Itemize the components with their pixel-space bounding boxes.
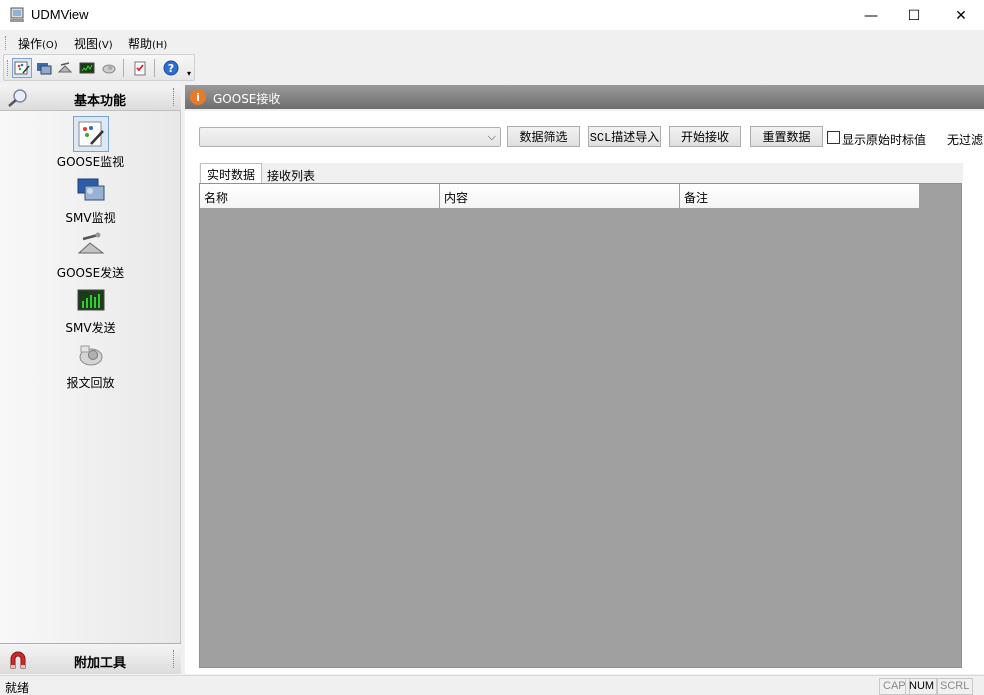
- app-icon: [9, 7, 25, 23]
- maximize-icon: ☐: [907, 7, 921, 24]
- goose-send-icon: [57, 62, 73, 73]
- show-raw-timestamp-checkbox[interactable]: [827, 131, 840, 144]
- goose-receive-content: ⌵ 数据筛选 SCL描述导入 开始接收 重置数据 显示原始时标值 无过滤 实时数…: [185, 111, 984, 674]
- menu-help[interactable]: 帮助(H): [128, 35, 167, 52]
- toolbar-grip[interactable]: [7, 60, 10, 76]
- menu-bar: 操作(O) 视图(V) 帮助(H): [0, 31, 984, 53]
- goose-send-icon: [73, 227, 109, 263]
- status-text: 就绪: [5, 681, 30, 695]
- svg-text:?: ?: [168, 62, 174, 75]
- nav-smv-send[interactable]: SMV发送: [0, 282, 181, 336]
- toolbar-smv-monitor-button[interactable]: [34, 58, 54, 78]
- nav-goose-send-label: GOOSE发送: [56, 266, 125, 280]
- start-receive-button[interactable]: 开始接收: [669, 126, 741, 147]
- goose-monitor-icon: [14, 61, 30, 75]
- toolbar-overflow-button[interactable]: ▾: [187, 69, 191, 78]
- search-icon: [7, 88, 29, 111]
- device-select[interactable]: ⌵: [199, 127, 501, 147]
- show-raw-timestamp-label[interactable]: 显示原始时标值: [842, 131, 926, 148]
- toolbar-goose-monitor-button[interactable]: [12, 58, 32, 78]
- panel-grip[interactable]: [173, 650, 175, 668]
- nav-goose-monitor[interactable]: GOOSE监视: [0, 116, 181, 170]
- smv-send-icon: [73, 282, 109, 318]
- title-bar: UDMView — ☐ ✕: [0, 0, 984, 31]
- window-title: UDMView: [31, 7, 89, 22]
- toolbar-goose-send-button[interactable]: [55, 58, 75, 78]
- toolbar-separator: [154, 59, 155, 77]
- menu-view[interactable]: 视图(V): [74, 35, 113, 52]
- grid-header: 名称 内容 备注: [200, 184, 920, 209]
- chevron-down-icon: ⌵: [487, 130, 496, 143]
- toolbar-smv-send-button[interactable]: [77, 58, 97, 78]
- scl-import-button[interactable]: SCL描述导入: [588, 126, 661, 147]
- toolbar-checklist-button[interactable]: [130, 58, 150, 78]
- menu-operate[interactable]: 操作(O): [18, 35, 58, 52]
- nav-replay-label: 报文回放: [66, 376, 115, 390]
- help-icon: ?: [163, 60, 179, 76]
- filter-status: 无过滤: [947, 133, 984, 147]
- nav-smv-monitor-label: SMV监视: [65, 211, 116, 225]
- panel-title-bar: i GOOSE接收: [185, 85, 984, 109]
- panel-title: GOOSE接收: [213, 92, 281, 106]
- nav-smv-monitor[interactable]: SMV监视: [0, 172, 181, 226]
- toolbar: ? ▾: [3, 54, 195, 81]
- basic-functions-header[interactable]: 基本功能: [0, 84, 181, 111]
- toolbar-replay-button[interactable]: [99, 58, 119, 78]
- minimize-button[interactable]: —: [848, 0, 894, 31]
- maximize-button[interactable]: ☐: [891, 0, 937, 31]
- basic-functions-title: 基本功能: [74, 94, 127, 109]
- extra-tools-header[interactable]: 附加工具: [0, 643, 181, 674]
- num-lock-indicator: NUM: [905, 678, 939, 695]
- menu-grip[interactable]: [5, 36, 8, 50]
- extra-tools-title: 附加工具: [74, 656, 127, 671]
- toolbar-separator: [123, 59, 124, 77]
- nav-goose-monitor-label: GOOSE监视: [56, 155, 125, 169]
- data-grid[interactable]: 名称 内容 备注: [199, 183, 962, 668]
- replay-icon: [102, 64, 116, 74]
- smv-send-icon: [79, 62, 95, 74]
- magnet-icon: [9, 651, 27, 669]
- replay-icon: [73, 337, 109, 373]
- nav-replay[interactable]: 报文回放: [0, 337, 181, 391]
- tab-receive-list[interactable]: 接收列表: [261, 165, 321, 185]
- column-header-name[interactable]: 名称: [200, 184, 440, 209]
- panel-grip[interactable]: [173, 88, 175, 106]
- column-header-remark[interactable]: 备注: [680, 184, 920, 209]
- column-header-content[interactable]: 内容: [440, 184, 680, 209]
- nav-smv-send-label: SMV发送: [65, 321, 116, 335]
- nav-goose-send[interactable]: GOOSE发送: [0, 227, 181, 281]
- checklist-icon: [134, 61, 146, 76]
- tab-realtime-data[interactable]: 实时数据: [200, 163, 263, 184]
- data-filter-button[interactable]: 数据筛选: [507, 126, 580, 147]
- scroll-lock-indicator: SCRL: [936, 678, 974, 695]
- reset-data-button[interactable]: 重置数据: [750, 126, 823, 147]
- info-icon: i: [190, 89, 206, 105]
- close-button[interactable]: ✕: [938, 0, 984, 31]
- goose-monitor-icon: [72, 116, 109, 152]
- status-bar: 就绪 CAP NUM SCRL: [0, 675, 984, 695]
- close-icon: ✕: [955, 7, 967, 24]
- toolbar-help-button[interactable]: ?: [161, 58, 181, 78]
- smv-monitor-icon: [73, 172, 109, 208]
- left-panel: 基本功能 GOOSE监视 SMV监视 GOOSE发送 SMV发送 报文回放 附加…: [0, 84, 181, 674]
- minimize-icon: —: [864, 7, 878, 24]
- tab-bar: 实时数据 接收列表: [199, 163, 963, 185]
- smv-monitor-icon: [37, 63, 52, 75]
